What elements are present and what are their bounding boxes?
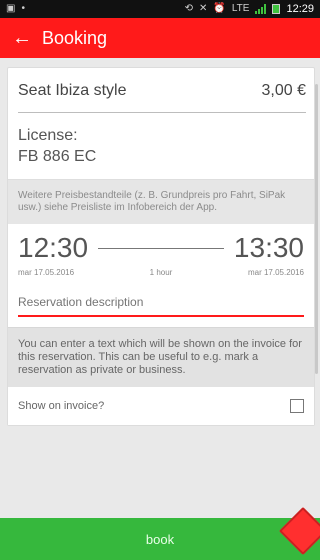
reservation-description-input[interactable] bbox=[18, 289, 304, 317]
start-date: mar 17.05.2016 bbox=[18, 268, 75, 277]
time-subrow: mar 17.05.2016 1 hour mar 17.05.2016 bbox=[8, 268, 314, 289]
show-on-invoice-checkbox[interactable] bbox=[290, 399, 304, 413]
booking-card: Seat Ibiza style 3,00 € License: FB 886 … bbox=[8, 68, 314, 425]
status-right: ⟲ ✕ ⏰ LTE 12:29 bbox=[185, 3, 314, 15]
booking-content: Seat Ibiza style 3,00 € License: FB 886 … bbox=[0, 58, 320, 518]
time-divider bbox=[98, 247, 224, 249]
license-value: FB 886 EC bbox=[18, 148, 97, 165]
price: 3,00 € bbox=[261, 82, 306, 99]
show-on-invoice-row[interactable]: Show on invoice? bbox=[8, 387, 314, 425]
mute-icon: ✕ bbox=[199, 3, 208, 14]
battery-icon bbox=[272, 4, 281, 14]
status-time: 12:29 bbox=[286, 3, 314, 15]
car-name: Seat Ibiza style bbox=[18, 82, 127, 99]
scrollbar[interactable] bbox=[315, 84, 318, 374]
duration: 1 hour bbox=[149, 268, 173, 277]
start-time: 12:30 bbox=[18, 232, 89, 263]
signal-icon bbox=[255, 4, 267, 14]
image-icon: ▣ bbox=[6, 3, 16, 14]
car-row: Seat Ibiza style 3,00 € bbox=[18, 68, 306, 113]
lte-icon: LTE bbox=[231, 3, 250, 14]
show-on-invoice-label: Show on invoice? bbox=[18, 400, 105, 412]
notification-icon: • bbox=[21, 3, 25, 14]
license-label: License: bbox=[18, 127, 78, 144]
sync-icon: ⟲ bbox=[184, 3, 194, 14]
end-date: mar 17.05.2016 bbox=[247, 268, 304, 277]
description-help: You can enter a text which will be shown… bbox=[8, 327, 314, 387]
price-notice: Weitere Preisbestandteile (z. B. Grundpr… bbox=[8, 179, 314, 224]
time-row: 12:30 13:30 bbox=[8, 224, 314, 268]
status-left: ▣ • bbox=[6, 4, 25, 14]
book-button[interactable]: book bbox=[0, 518, 320, 560]
bottom-action-bar: book bbox=[0, 518, 320, 560]
status-bar: ▣ • ⟲ ✕ ⏰ LTE 12:29 bbox=[0, 0, 320, 18]
app-bar: ← Booking bbox=[0, 18, 320, 58]
alarm-icon: ⏰ bbox=[213, 3, 226, 14]
end-time: 13:30 bbox=[233, 232, 304, 263]
back-icon[interactable]: ← bbox=[12, 28, 36, 48]
license-block: License: FB 886 EC bbox=[8, 113, 314, 179]
page-title: Booking bbox=[42, 27, 108, 48]
